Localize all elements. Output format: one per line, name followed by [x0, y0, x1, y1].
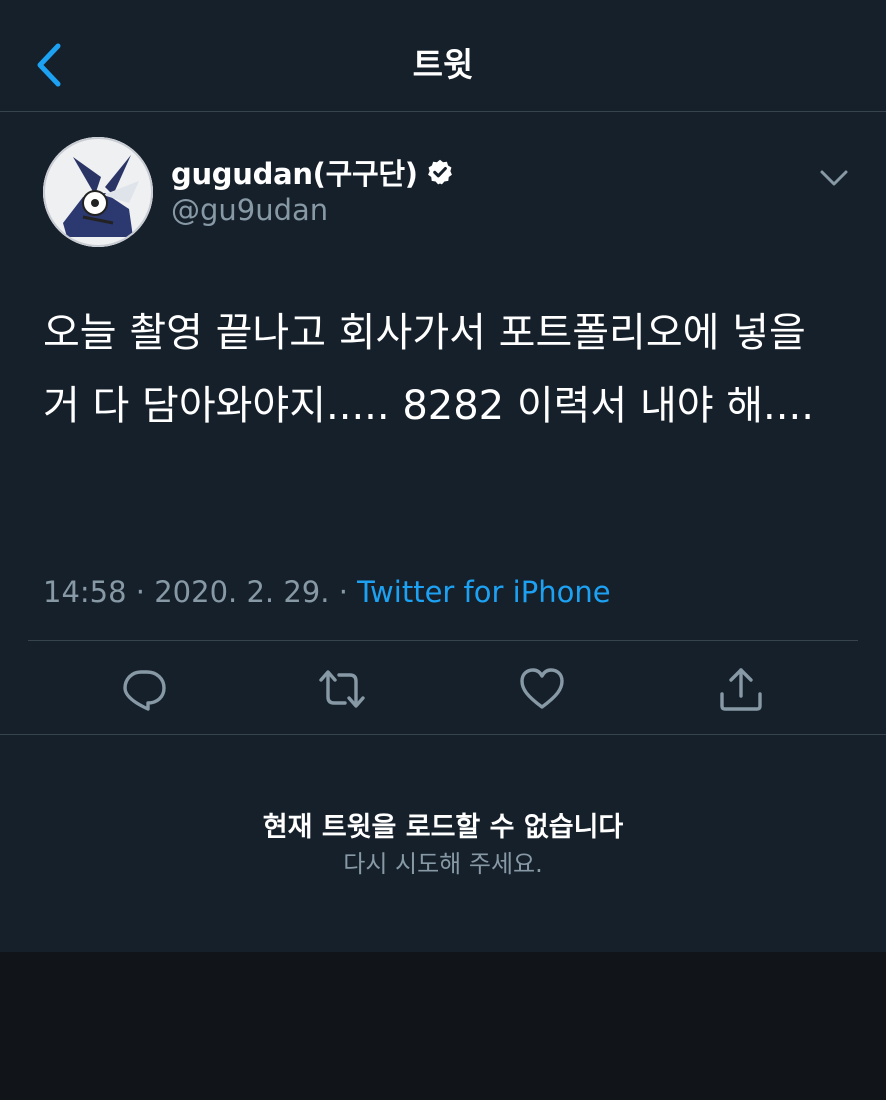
tweet-source-link[interactable]: Twitter for iPhone: [357, 575, 610, 609]
author-display-name: gugudan(구구단): [171, 157, 418, 191]
divider: [28, 640, 858, 641]
divider: [0, 734, 886, 735]
tweet-detail-screen: 트윗 gugudan(구구단) @gu9udan 오늘 촬영 끝나고 회사가서 …: [0, 0, 886, 952]
tweet-timestamp: 14:58 · 2020. 2. 29. ·: [43, 575, 358, 609]
load-error-retry-message[interactable]: 다시 시도해 주세요.: [0, 846, 886, 882]
empty-bottom-area: [0, 952, 886, 1100]
tweet-body-text: 오늘 촬영 끝나고 회사가서 포트폴리오에 넣을 거 다 담아와야지..... …: [43, 310, 819, 429]
tweet-metadata: 14:58 · 2020. 2. 29. · Twitter for iPhon…: [43, 570, 611, 614]
reply-icon: [123, 670, 166, 711]
like-icon: [520, 668, 564, 709]
author-name-row[interactable]: gugudan(구구단): [171, 152, 454, 192]
retweet-button[interactable]: [317, 664, 367, 714]
load-error-title: 현재 트윗을 로드할 수 없습니다: [262, 812, 624, 843]
top-bar: 트윗: [0, 0, 886, 112]
page-title: 트윗: [412, 45, 474, 84]
share-button[interactable]: [716, 664, 766, 714]
like-button[interactable]: [517, 664, 567, 714]
verified-badge-icon: [427, 159, 452, 185]
avatar[interactable]: [43, 137, 153, 247]
reply-button[interactable]: [119, 664, 169, 714]
avatar-cartoon-image: [43, 137, 153, 247]
chevron-down-icon: [820, 170, 848, 186]
retweet-icon: [319, 670, 365, 708]
tweet-options-button[interactable]: [814, 160, 854, 196]
share-icon: [720, 668, 762, 711]
author-handle[interactable]: @gu9udan: [171, 193, 328, 227]
